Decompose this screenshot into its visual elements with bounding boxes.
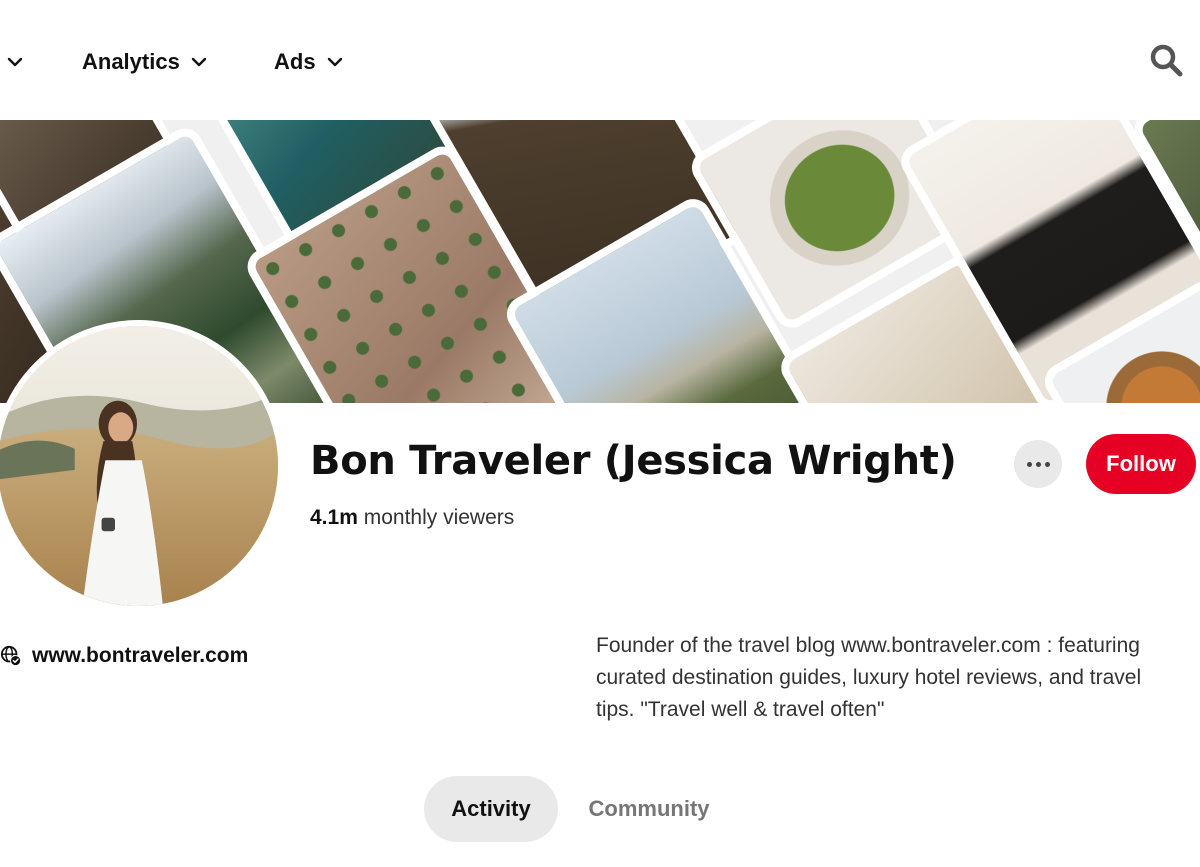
chevron-down-icon	[7, 57, 23, 67]
website-url: www.bontraveler.com	[32, 644, 249, 667]
tab-activity[interactable]: Activity	[424, 776, 558, 842]
nav-ads-label: Ads	[274, 49, 316, 74]
monthly-viewers-count: 4.1m	[310, 506, 358, 529]
monthly-viewers-label: monthly viewers	[363, 506, 515, 529]
monthly-viewers: 4.1m monthly viewers	[310, 506, 514, 530]
follow-button[interactable]: Follow	[1086, 434, 1196, 494]
more-options-button[interactable]	[1014, 440, 1062, 488]
profile-avatar[interactable]	[0, 320, 284, 612]
website-link[interactable]: www.bontraveler.com	[0, 644, 248, 668]
nav-analytics-label: Analytics	[82, 49, 180, 74]
tab-community[interactable]: Community	[566, 776, 732, 842]
ellipsis-icon	[1044, 461, 1050, 467]
verified-globe-icon	[0, 645, 22, 667]
nav-analytics-dropdown[interactable]: Analytics	[82, 44, 208, 80]
ellipsis-icon	[1026, 461, 1032, 467]
chevron-down-icon	[191, 57, 207, 67]
profile-name: Bon Traveler (Jessica Wright)	[310, 438, 957, 484]
chevron-down-icon	[327, 57, 342, 67]
nav-menu-dropdown[interactable]	[0, 44, 24, 80]
ellipsis-icon	[1035, 461, 1041, 467]
top-navigation: Analytics Ads	[0, 0, 1200, 120]
search-button[interactable]	[1148, 42, 1184, 78]
avatar-photo	[0, 326, 278, 606]
search-icon	[1150, 44, 1183, 77]
profile-bio: Founder of the travel blog www.bontravel…	[596, 634, 1142, 721]
nav-ads-dropdown[interactable]: Ads	[274, 44, 344, 80]
